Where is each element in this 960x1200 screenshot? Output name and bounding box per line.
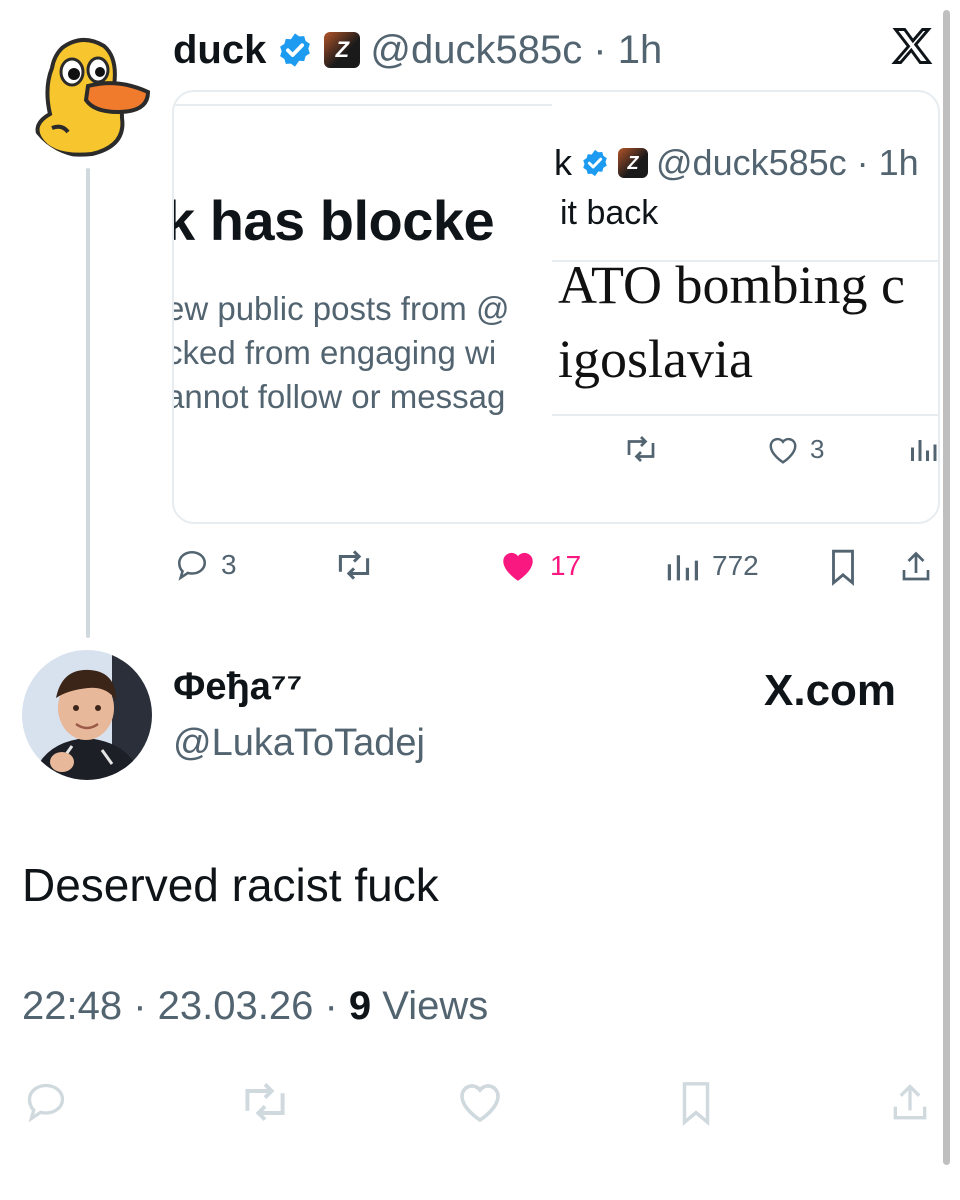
retweet-icon bbox=[245, 1082, 285, 1122]
blocked-headline: k has blocke bbox=[174, 189, 495, 252]
retweet-action[interactable] bbox=[332, 548, 376, 582]
reply-text: Deserved racist fuck bbox=[22, 859, 439, 911]
bookmark-icon bbox=[832, 549, 854, 586]
reply-share-button[interactable] bbox=[888, 1080, 932, 1131]
tweet-header: duck Z @duck585c · 1h bbox=[173, 27, 662, 73]
duck-avatar[interactable] bbox=[22, 28, 152, 158]
embedded-like-count: 3 bbox=[810, 434, 825, 464]
blocked-line-1: ew public posts from @ bbox=[174, 290, 510, 327]
reply-count: 3 bbox=[221, 549, 237, 580]
affiliate-badge-icon: Z bbox=[324, 32, 361, 68]
duck-avatar-image bbox=[22, 28, 152, 158]
reply-author-name[interactable]: Феђа⁷⁷ bbox=[173, 666, 302, 709]
embedded-tweet-text: it back bbox=[560, 194, 659, 232]
embedded-retweet-icon bbox=[622, 434, 660, 464]
bookmark-icon bbox=[682, 1082, 710, 1126]
blocked-line-3: annot follow or messag bbox=[174, 378, 506, 415]
reply-reply-button[interactable] bbox=[24, 1080, 68, 1129]
article-headline-line-2: igoslavia bbox=[558, 329, 753, 389]
reply-bookmark-button[interactable] bbox=[676, 1080, 716, 1131]
heart-filled-icon bbox=[503, 552, 533, 581]
views-count: 772 bbox=[712, 550, 759, 581]
reply-like-button[interactable] bbox=[456, 1080, 504, 1129]
embedded-handle-time: @duck585c · 1h bbox=[656, 142, 919, 183]
reply-meta: 22:48 · 23.03.26 · 9 Views bbox=[22, 984, 488, 1029]
tweet-media-card[interactable]: k has blocke ew public posts from @ cked… bbox=[172, 90, 940, 524]
reply-icon bbox=[27, 1083, 65, 1123]
x-logo-icon bbox=[890, 24, 934, 73]
embedded-tweet-header: k Z @duck585c · 1h bbox=[554, 142, 919, 184]
views-action[interactable]: 772 bbox=[664, 548, 759, 584]
x-com-logo: X.com bbox=[764, 666, 897, 715]
heart-icon bbox=[460, 1084, 500, 1123]
views-icon bbox=[667, 555, 699, 581]
reply-avatar-image bbox=[22, 650, 152, 780]
reply-action[interactable]: 3 bbox=[175, 548, 237, 582]
reply-retweet-button[interactable] bbox=[238, 1080, 292, 1129]
share-icon bbox=[893, 1084, 927, 1120]
author-name[interactable]: duck bbox=[173, 27, 266, 73]
reply-views-label: Views bbox=[371, 984, 489, 1028]
share-action[interactable] bbox=[898, 548, 934, 586]
reply-timestamp[interactable]: 22:48 · 23.03.26 · bbox=[22, 984, 349, 1028]
media-screenshot-left: k has blocke ew public posts from @ cked… bbox=[174, 92, 552, 522]
heart-icon bbox=[769, 437, 797, 464]
article-headline-line-1: ATO bombing c bbox=[558, 255, 905, 315]
media-screenshot-right: k Z @duck585c · 1h it back ATO bombing c… bbox=[552, 92, 938, 522]
author-handle-time[interactable]: @duck585c · 1h bbox=[370, 27, 662, 73]
reply-author-avatar[interactable] bbox=[22, 650, 152, 780]
thread-connector-line bbox=[86, 168, 90, 638]
embedded-views-icon bbox=[908, 434, 938, 464]
affiliate-badge-icon: Z bbox=[618, 148, 648, 178]
divider bbox=[174, 104, 552, 106]
divider bbox=[552, 414, 938, 416]
reply-views-count: 9 bbox=[348, 984, 372, 1028]
verified-badge-icon bbox=[583, 149, 607, 177]
blocked-line-2: cked from engaging wi bbox=[174, 334, 497, 371]
share-icon bbox=[902, 551, 930, 581]
bookmark-action[interactable] bbox=[826, 548, 860, 586]
reply-author-handle[interactable]: @LukaToTadej bbox=[173, 722, 425, 765]
scrollbar[interactable] bbox=[943, 10, 950, 1165]
reply-icon bbox=[177, 550, 207, 581]
like-action[interactable]: 17 bbox=[498, 548, 581, 584]
verified-badge-icon bbox=[280, 33, 311, 67]
embedded-like-stat: 3 bbox=[766, 434, 824, 465]
like-count: 17 bbox=[550, 550, 582, 581]
embedded-name-fragment: k bbox=[554, 142, 572, 183]
retweet-icon bbox=[338, 550, 370, 580]
